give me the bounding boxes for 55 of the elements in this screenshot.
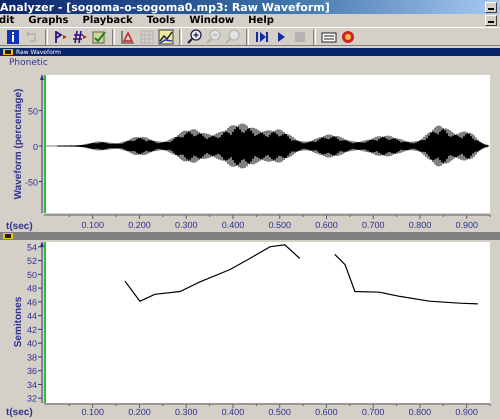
tick-label: 38 (26, 352, 37, 362)
axis-label: Semitones (13, 296, 24, 348)
tick-label: 0.200 (128, 407, 151, 417)
window-title: Analyzer - [sogoma-o-sogoma0.mp3: Raw Waveform] (0, 0, 331, 14)
tick-label: 48 (26, 284, 37, 294)
tick-label: 50 (26, 270, 37, 280)
window-icon (3, 233, 13, 239)
tick-label: 0.800 (408, 407, 432, 417)
axis-label: Waveform (percentage) (13, 88, 24, 200)
tick-label: 52 (26, 256, 37, 266)
menu-item[interactable]: Tools (146, 15, 184, 26)
tick-label: 0.300 (174, 220, 198, 230)
tick-label: 0.100 (81, 407, 104, 417)
tick-label: 42 (26, 324, 37, 335)
tick-label: 54 (26, 242, 37, 252)
menu-item[interactable]: Playback (82, 15, 141, 26)
minimize-button[interactable] (485, 15, 497, 26)
check-icon[interactable] (91, 28, 107, 44)
tick-label: 0.300 (174, 407, 198, 417)
tick-label: 0.800 (408, 220, 432, 230)
tick-label: 0.400 (222, 220, 244, 230)
tick-label: 32 (26, 394, 37, 404)
marker-icon[interactable] (53, 28, 69, 44)
tick-label: 0.900 (455, 220, 478, 230)
zoom-in-icon[interactable] (187, 28, 203, 44)
tick-label: 40 (26, 338, 37, 349)
window-icon (3, 49, 13, 55)
tick-label: 44 (26, 311, 37, 322)
tick-label: 34 (26, 380, 37, 390)
minimize-button[interactable] (485, 2, 497, 12)
chart-icon[interactable] (120, 28, 136, 44)
record-icon[interactable] (340, 28, 356, 44)
tick-label: 0.700 (362, 220, 385, 230)
tick-label: 0.600 (315, 407, 338, 417)
tick-label: 0.200 (128, 220, 151, 230)
phonetic-tab[interactable]: Phonetic (0, 56, 54, 72)
tick-label: -50 (24, 178, 38, 188)
tick-label: 36 (26, 366, 37, 376)
hash-icon[interactable] (72, 28, 88, 44)
tick-label: 0.100 (81, 220, 104, 230)
tick-label: 46 (26, 297, 37, 308)
menu-item[interactable]: Help (248, 15, 282, 26)
tick-label: 0 (32, 142, 38, 152)
tick-label: 0.500 (268, 407, 291, 417)
axis-label: t(sec) (6, 407, 33, 418)
info-icon[interactable] (5, 28, 21, 44)
tick-label: 0.400 (222, 407, 244, 417)
tick-label: 0.500 (268, 220, 292, 230)
tick-label: 0.700 (362, 407, 384, 417)
axis-label: t(sec) (6, 221, 33, 232)
tick-label: 0.900 (455, 407, 478, 417)
menu-item[interactable]: Graphs (28, 15, 76, 26)
menu-item[interactable]: Window (189, 15, 242, 26)
tick-label: 50 (28, 106, 38, 116)
tick-label: 0.600 (315, 220, 338, 230)
